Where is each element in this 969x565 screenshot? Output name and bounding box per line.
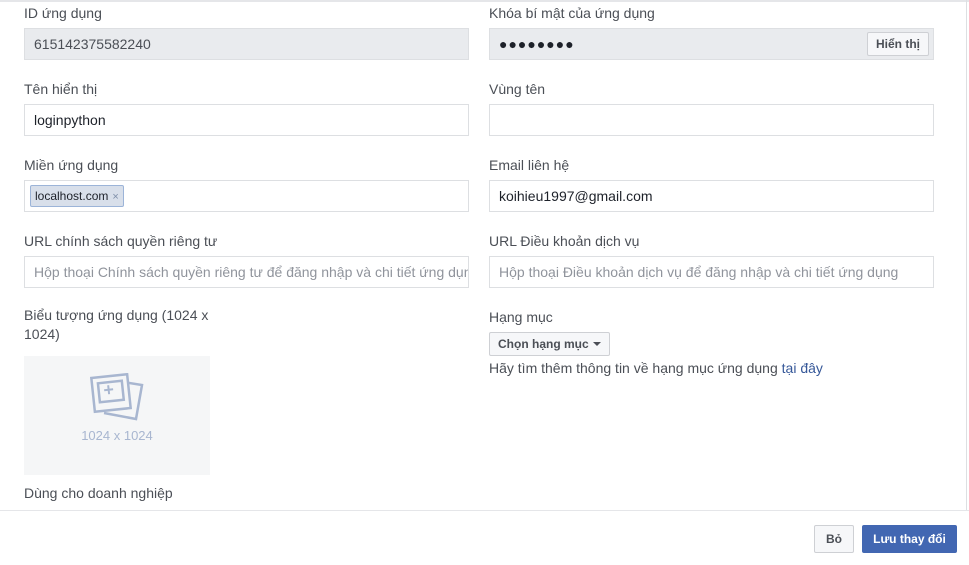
privacy-url-label: URL chính sách quyền riêng tư [24,233,218,249]
app-id-label: ID ứng dụng [24,5,102,21]
icon-size-text: 1024 x 1024 [81,428,153,443]
right-scroll-edge [966,0,967,510]
category-hint-text: Hãy tìm thêm thông tin về hạng mục ứng d… [489,360,782,376]
app-id-input[interactable]: 615142375582240 [24,28,469,60]
tos-url-label: URL Điều khoản dịch vụ [489,233,640,249]
choose-category-label: Chọn hạng mục [498,337,589,351]
caret-down-icon [592,341,601,346]
remove-token-icon[interactable]: × [112,191,118,203]
top-divider [0,0,969,2]
category-hint-link[interactable]: tại đây [782,360,823,376]
namespace-input[interactable] [489,104,934,136]
privacy-url-placeholder: Hộp thoại Chính sách quyền riêng tư để đ… [34,264,469,280]
privacy-url-input[interactable]: Hộp thoại Chính sách quyền riêng tư để đ… [24,256,469,288]
contact-email-field: Email liên hệ koihieu1997@gmail.com [489,156,934,212]
app-secret-input[interactable]: ●●●●●●●● Hiển thị [489,28,934,60]
tos-url-input[interactable]: Hộp thoại Điều khoản dịch vụ để đăng nhậ… [489,256,934,288]
namespace-field: Vùng tên [489,80,934,136]
category-hint: Hãy tìm thêm thông tin về hạng mục ứng d… [489,360,823,376]
cancel-button[interactable]: Bỏ [814,525,854,553]
app-icon-upload[interactable]: 1024 x 1024 [24,356,210,475]
tos-url-placeholder: Hộp thoại Điều khoản dịch vụ để đăng nhậ… [499,264,899,280]
display-name-input[interactable]: loginpython [24,104,469,136]
app-secret-value: ●●●●●●●● [499,36,575,52]
app-id-field: ID ứng dụng 615142375582240 [24,4,469,60]
privacy-url-field: URL chính sách quyền riêng tư Hộp thoại … [24,232,469,288]
app-domains-label: Miền ứng dụng [24,157,119,173]
tos-url-field: URL Điều khoản dịch vụ Hộp thoại Điều kh… [489,232,934,288]
domain-token-text: localhost.com [35,189,109,203]
show-secret-button[interactable]: Hiển thị [867,32,929,56]
footer-bar: Bỏ Lưu thay đổi [0,510,969,565]
add-image-icon [90,373,144,421]
contact-email-input[interactable]: koihieu1997@gmail.com [489,180,934,212]
display-name-field: Tên hiển thị loginpython [24,80,469,136]
save-changes-button[interactable]: Lưu thay đổi [862,525,957,553]
domain-token: localhost.com × [30,185,124,207]
app-domains-field: Miền ứng dụng localhost.com × [24,156,469,212]
app-domains-input[interactable]: localhost.com × [24,180,469,212]
display-name-label: Tên hiển thị [24,81,98,97]
app-secret-label: Khóa bí mật của ứng dụng [489,5,655,21]
namespace-label: Vùng tên [489,81,546,97]
business-label: Dùng cho doanh nghiệp [24,485,173,501]
choose-category-dropdown[interactable]: Chọn hạng mục [489,332,610,356]
app-secret-field: Khóa bí mật của ứng dụng ●●●●●●●● Hiển t… [489,4,934,60]
contact-email-label: Email liên hệ [489,157,570,173]
category-label: Hạng mục [489,309,553,325]
app-icon-label: Biểu tượng ứng dụng (1024 x 1024) [24,307,209,342]
